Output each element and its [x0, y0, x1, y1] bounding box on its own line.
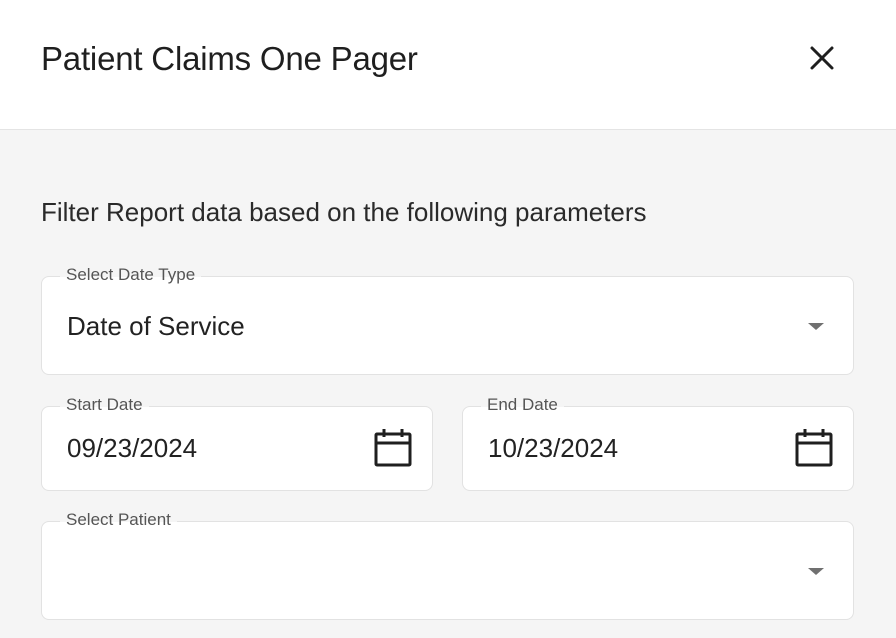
calendar-icon[interactable]: [795, 428, 833, 468]
close-button[interactable]: [804, 40, 840, 76]
dialog-header: Patient Claims One Pager: [0, 0, 896, 130]
chevron-down-icon: [808, 323, 824, 330]
chevron-down-icon: [808, 568, 824, 575]
close-icon: [810, 46, 834, 70]
dialog-title: Patient Claims One Pager: [41, 40, 418, 77]
end-date-value: 10/23/2024: [488, 433, 619, 463]
filter-instructions: Filter Report data based on the followin…: [41, 197, 647, 227]
patient-label: Select Patient: [60, 509, 177, 531]
dialog-body: Filter Report data based on the followin…: [0, 131, 896, 638]
date-type-value: Date of Service: [67, 311, 245, 341]
end-date-field[interactable]: End Date 10/23/2024: [462, 394, 854, 491]
date-type-select[interactable]: Select Date Type Date of Service: [41, 264, 854, 375]
calendar-icon[interactable]: [374, 428, 412, 468]
start-date-label: Start Date: [60, 394, 149, 416]
start-date-field[interactable]: Start Date 09/23/2024: [41, 394, 433, 491]
start-date-value: 09/23/2024: [67, 433, 198, 463]
date-type-label: Select Date Type: [60, 264, 202, 286]
patient-select[interactable]: Select Patient: [41, 509, 854, 620]
end-date-label: End Date: [481, 394, 564, 416]
